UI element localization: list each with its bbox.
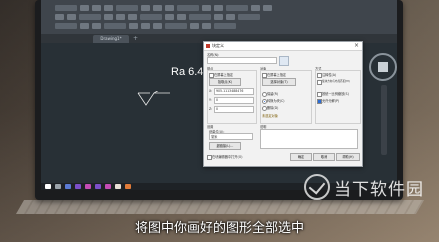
taskbar-app-icon[interactable] xyxy=(105,184,111,189)
dialog-title: 块定义 xyxy=(212,43,224,48)
base-specify-on-screen-label: 在屏幕上指定 xyxy=(214,73,234,77)
z-value: 0 xyxy=(216,107,219,111)
ok-button[interactable]: 确定 xyxy=(290,153,312,161)
x-value: 905.1113488476 xyxy=(216,89,244,93)
pick-point-button[interactable]: 拾取点(K) xyxy=(209,78,241,86)
hyperlink-button[interactable]: 超链接(L)... xyxy=(209,142,241,150)
file-tab-drawing1[interactable]: Drawing1* xyxy=(93,35,129,43)
block-definition-dialog: 块定义 × 名称(N): 基点 在屏幕上指定 拾取点(K) X: 905.111… xyxy=(203,41,363,167)
x-label: X: xyxy=(209,89,213,93)
dialog-titlebar[interactable]: 块定义 × xyxy=(204,42,362,51)
watermark: 当下软件园 xyxy=(304,174,424,200)
match-orientation-label: 使块方向与布局匹配(M) xyxy=(322,80,350,83)
open-in-editor-label: 在块编辑器中打开(O) xyxy=(212,155,243,159)
start-icon[interactable] xyxy=(45,184,51,189)
taskbar-app-icon[interactable] xyxy=(115,184,121,189)
convert-to-block-label: 转换为块(C) xyxy=(267,99,285,103)
taskbar-app-icon[interactable] xyxy=(95,184,101,189)
roughness-symbol-icon xyxy=(137,91,170,106)
viewcube-icon[interactable] xyxy=(369,53,397,81)
taskbar-app-icon[interactable] xyxy=(75,184,81,189)
x-field[interactable]: 905.1113488476 xyxy=(214,88,254,95)
block-preview xyxy=(279,56,289,66)
autocad-app-icon xyxy=(206,44,210,48)
video-caption: 将图中你画好的图形全部选中 xyxy=(134,221,304,236)
laptop-keyboard xyxy=(15,200,425,214)
scale-uniformly-label: 按统一比例缩放(S) xyxy=(322,92,349,96)
z-label: Z: xyxy=(209,107,213,111)
block-name-field[interactable] xyxy=(207,57,277,64)
ribbon-toolbar xyxy=(41,0,397,35)
delete-label: 删除(D) xyxy=(267,106,279,110)
taskbar-app-icon[interactable] xyxy=(85,184,91,189)
taskbar-app-icon[interactable] xyxy=(55,184,61,189)
objects-specify-on-screen-label: 在屏幕上指定 xyxy=(267,73,287,77)
ribbon-row-3 xyxy=(55,23,385,29)
ribbon-row-1 xyxy=(55,5,385,11)
retain-label: 保留(R) xyxy=(267,92,279,96)
y-value: 0 xyxy=(216,98,219,102)
select-objects-button[interactable]: 选择对象(T) xyxy=(262,78,296,86)
new-tab-icon[interactable]: + xyxy=(133,35,138,42)
autocad-taskbar-icon[interactable] xyxy=(125,184,131,189)
ribbon-row-2 xyxy=(55,14,385,20)
help-button[interactable]: 帮助(H) xyxy=(336,153,360,161)
block-unit-select[interactable]: 毫米 xyxy=(209,133,253,140)
watermark-text: 当下软件园 xyxy=(334,179,424,200)
block-unit-value: 毫米 xyxy=(211,135,218,139)
z-field[interactable]: 0 xyxy=(214,106,254,113)
navigation-bar[interactable] xyxy=(381,85,387,155)
allow-exploding-label: 允许分解(P) xyxy=(322,99,340,103)
description-textarea[interactable] xyxy=(260,129,358,149)
y-label: Y: xyxy=(209,98,212,102)
annotative-label: 注释性(A) xyxy=(322,73,337,77)
watermark-logo-icon xyxy=(304,174,330,200)
taskbar-app-icon[interactable] xyxy=(65,184,71,189)
close-icon[interactable]: × xyxy=(354,42,359,50)
y-field[interactable]: 0 xyxy=(214,97,254,104)
selected-status: 未选定对象 xyxy=(262,114,278,118)
roughness-annotation-text: Ra 6.4 xyxy=(171,66,204,78)
cancel-button[interactable]: 取消 xyxy=(313,153,335,161)
